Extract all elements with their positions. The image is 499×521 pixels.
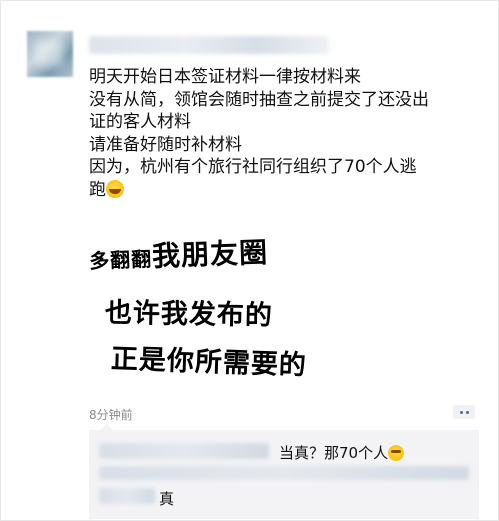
post-line: 请准备好随时补材料 <box>89 134 242 155</box>
image-text-big: 我朋友圈 <box>151 235 269 273</box>
image-text-line-1: 多翻翻我朋友圈 <box>88 231 269 277</box>
post-image[interactable]: 多翻翻我朋友圈 也许我发布的 正是你所需要的 <box>89 218 336 393</box>
laughing-emoji-icon <box>106 179 124 198</box>
comment-redacted[interactable] <box>99 466 469 480</box>
post-timestamp: 8分钟前 <box>89 408 133 422</box>
comment-text: 当真？那70个人 <box>279 444 389 462</box>
username-redacted[interactable] <box>89 36 329 54</box>
post-line: 没有从简，领馆会随时抽查之前提交了还没出 <box>89 89 429 110</box>
image-text-small: 多翻翻 <box>88 246 153 274</box>
avatar[interactable] <box>27 31 73 77</box>
comments-section: 当真？那70个人 真 <box>89 424 479 519</box>
post-line-last: 跑 <box>89 179 469 202</box>
post-line: 明天开始日本签证材料一律按材料来 <box>89 67 361 87</box>
comment-2[interactable]: 真 <box>159 488 174 509</box>
dot-icon <box>459 410 463 414</box>
post-line: 跑 <box>89 179 106 200</box>
post-line: 证的客人材料 <box>89 112 191 132</box>
commenter-name-redacted[interactable] <box>99 488 155 504</box>
image-text-line-2: 也许我发布的 <box>104 297 274 332</box>
dot-icon <box>465 410 469 414</box>
image-text-line-3: 正是你所需要的 <box>110 343 308 382</box>
shocked-emoji-icon <box>388 445 405 461</box>
more-options-button[interactable] <box>453 405 475 419</box>
post-text: 明天开始日本签证材料一律按材料来 没有从简，领馆会随时抽查之前提交了还没出 证的… <box>89 66 469 201</box>
commenter-name-redacted[interactable] <box>99 443 269 459</box>
comment-1[interactable]: 当真？那70个人 <box>279 442 405 463</box>
post-line: 因为，杭州有个旅行社同行组织了70个人逃 <box>89 157 417 177</box>
